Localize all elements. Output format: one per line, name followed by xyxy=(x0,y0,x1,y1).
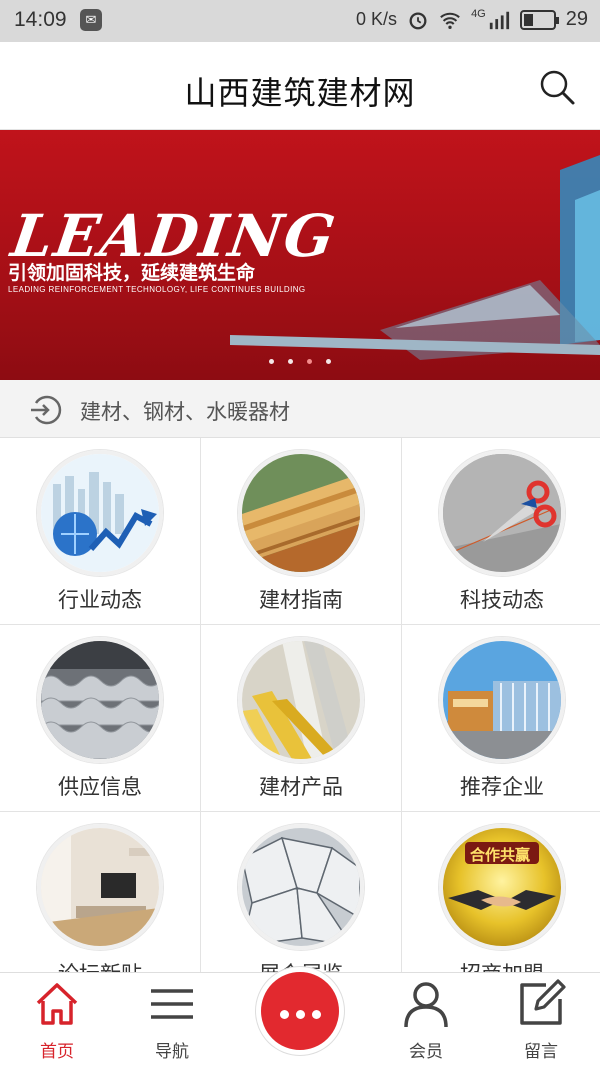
banner-carousel[interactable]: LEADING 引领加固科技，延续建筑生命 LEADING REINFORCEM… xyxy=(0,130,600,380)
tab-label: 导航 xyxy=(155,1042,189,1062)
tab-home[interactable]: 首页 xyxy=(7,979,107,1062)
notice-bar[interactable]: 建材、钢材、水暖器材 xyxy=(0,380,600,438)
tab-message[interactable]: 留言 xyxy=(491,979,591,1062)
industry-news-icon xyxy=(37,450,163,576)
enter-arrow-icon xyxy=(31,395,62,425)
materials-products-icon xyxy=(238,637,364,763)
status-bar: 14:09 ✉ 0 K/s 4G 29 xyxy=(0,0,600,42)
carousel-dot[interactable] xyxy=(326,359,331,364)
battery-level: 29 xyxy=(565,8,588,30)
banner-slogan: 引领加固科技，延续建筑生命 xyxy=(8,262,256,284)
recommended-company-icon xyxy=(439,637,565,763)
bottom-tab-bar: 首页 导航 会员 留言 xyxy=(0,967,600,1067)
edit-icon xyxy=(520,979,566,1025)
grid-item-supply-info[interactable]: 供应信息 xyxy=(0,625,200,811)
tab-navigation[interactable]: 导航 xyxy=(122,979,222,1062)
app-notification-icon: ✉ xyxy=(80,9,102,31)
exhibition-icon xyxy=(238,824,364,950)
grid-item-industry-news[interactable]: 行业动态 xyxy=(0,438,200,624)
battery-icon xyxy=(519,9,559,30)
alarm-icon xyxy=(409,11,427,29)
category-grid: 行业动态 建材指南 科技动态 供应信息 建材产品 推荐企业 论坛新贴 xyxy=(0,438,600,986)
more-dot xyxy=(280,1010,289,1019)
grid-item-label: 建材指南 xyxy=(259,588,343,612)
banner-slogan-english: LEADING REINFORCEMENT TECHNOLOGY, LIFE C… xyxy=(8,285,306,294)
tab-label: 留言 xyxy=(524,1042,558,1062)
app-header: 山西建筑建材网 xyxy=(0,42,600,130)
franchise-badge-text: 合作共赢 xyxy=(470,846,531,864)
notice-text: 建材、钢材、水暖器材 xyxy=(80,400,290,424)
wifi-icon xyxy=(440,12,460,29)
carousel-dot-active[interactable] xyxy=(307,359,312,364)
tech-news-icon xyxy=(439,450,565,576)
network-type: 4G xyxy=(471,8,486,20)
status-time: 14:09 xyxy=(14,8,67,31)
grid-item-label: 供应信息 xyxy=(58,775,142,799)
carousel-dot[interactable] xyxy=(269,359,274,364)
grid-item-label: 推荐企业 xyxy=(460,775,544,799)
carousel-dot[interactable] xyxy=(288,359,293,364)
carousel-indicators xyxy=(0,349,600,368)
grid-item-label: 科技动态 xyxy=(460,588,544,612)
grid-item-forum-posts[interactable]: 论坛新贴 xyxy=(0,812,200,986)
tab-member[interactable]: 会员 xyxy=(376,979,476,1062)
grid-item-tech-news[interactable]: 科技动态 xyxy=(402,438,600,624)
user-icon xyxy=(404,982,448,1028)
grid-item-recommended-company[interactable]: 推荐企业 xyxy=(402,625,600,811)
grid-item-materials-guide[interactable]: 建材指南 xyxy=(201,438,401,624)
grid-item-label: 建材产品 xyxy=(259,775,343,799)
grid-item-label: 行业动态 xyxy=(58,588,142,612)
tab-label: 首页 xyxy=(40,1042,74,1062)
tab-label: 会员 xyxy=(409,1042,443,1062)
grid-item-exhibition[interactable]: 展会展览 xyxy=(201,812,401,986)
net-speed: 0 K/s xyxy=(356,9,398,29)
more-fab-button[interactable] xyxy=(256,967,344,1055)
franchise-icon: 合作共赢 xyxy=(439,824,565,950)
forum-posts-icon xyxy=(37,824,163,950)
supply-info-icon xyxy=(37,637,163,763)
menu-icon xyxy=(151,989,193,1019)
more-dot xyxy=(312,1010,321,1019)
search-icon[interactable] xyxy=(538,68,576,106)
grid-item-franchise[interactable]: 合作共赢 招商加盟 xyxy=(402,812,600,986)
page-title: 山西建筑建材网 xyxy=(184,74,416,112)
more-dot xyxy=(296,1010,305,1019)
grid-item-materials-products[interactable]: 建材产品 xyxy=(201,625,401,811)
signal-icon xyxy=(489,11,509,29)
materials-guide-icon xyxy=(238,450,364,576)
home-icon xyxy=(36,983,78,1025)
